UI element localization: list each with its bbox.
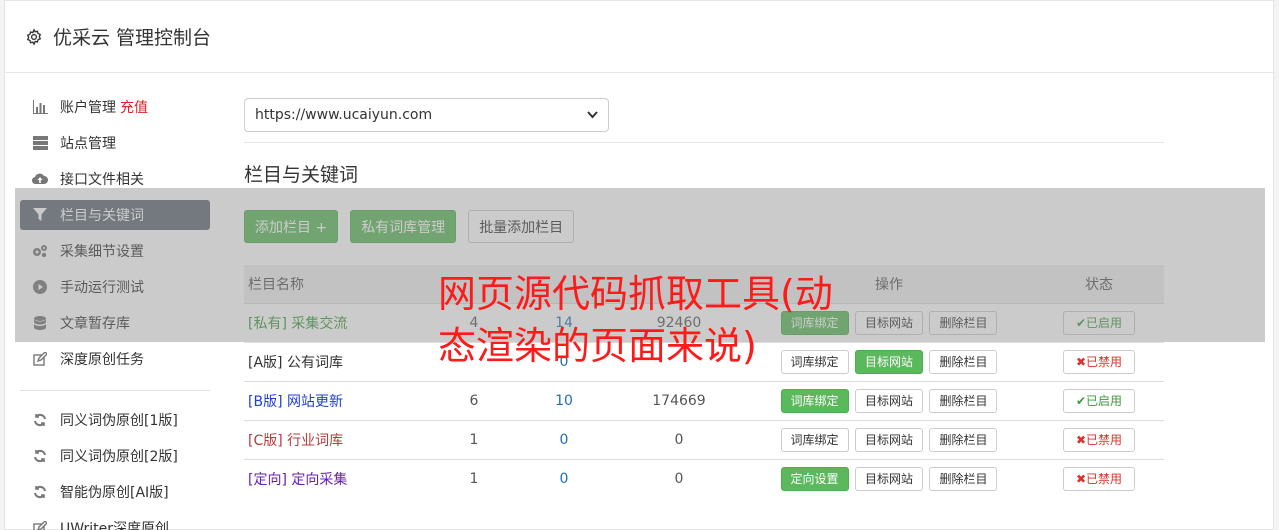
bar-chart-icon — [32, 99, 48, 115]
table-row: [C版] 行业词库 1 0 0 词库绑定 目标网站 删除栏目 ✖已禁用 — [244, 419, 1164, 459]
sidebar-item-label: 同义词伪原创[1版] — [60, 413, 178, 429]
edit-icon — [32, 351, 48, 367]
cell-b[interactable]: 0 — [514, 458, 614, 498]
cloud-upload-icon — [32, 171, 48, 187]
column-name[interactable]: [C版] 行业词库 — [244, 419, 434, 459]
cell-c: 174669 — [614, 380, 744, 420]
gear-icon — [26, 27, 42, 46]
status-badge[interactable]: ✖已禁用 — [1063, 427, 1135, 452]
delete-column-button[interactable]: 删除栏目 — [929, 349, 998, 374]
sidebar-item-synonym-v2[interactable]: 同义词伪原创[2版] — [20, 441, 210, 471]
sidebar-item-label: 接口文件相关 — [60, 172, 144, 188]
sidebar-item-label: 同义词伪原创[2版] — [60, 449, 178, 465]
cell-b[interactable]: 0 — [514, 419, 614, 459]
status-badge[interactable]: ✖已禁用 — [1063, 349, 1135, 374]
refresh-icon — [32, 484, 48, 500]
column-name[interactable]: [B版] 网站更新 — [244, 380, 434, 420]
status-cell: ✖已禁用 — [1034, 458, 1164, 498]
header: 优采云 管理控制台 — [5, 1, 1273, 73]
server-icon — [32, 135, 48, 151]
cell-c: 0 — [614, 458, 744, 498]
edit-icon — [32, 520, 48, 530]
section-title: 栏目与关键词 — [244, 164, 359, 186]
ops-cell: 定向设置 目标网站 删除栏目 — [744, 458, 1034, 498]
status-cell: ✖已禁用 — [1034, 341, 1164, 381]
chevron-down-icon — [587, 111, 598, 119]
refresh-icon — [32, 412, 48, 428]
site-select[interactable]: https://www.ucaiyun.com — [244, 98, 609, 132]
sidebar-item-label: 深度原创任务 — [60, 352, 144, 368]
ops-cell: 词库绑定 目标网站 删除栏目 — [744, 419, 1034, 459]
status-badge[interactable]: ✖已禁用 — [1063, 466, 1135, 491]
divider — [244, 142, 1164, 143]
table-row: [定向] 定向采集 1 0 0 定向设置 目标网站 删除栏目 ✖已禁用 — [244, 458, 1164, 498]
sidebar-item-label: 账户管理 — [60, 100, 116, 116]
page-title: 优采云 管理控制台 — [53, 27, 212, 49]
delete-column-button[interactable]: 删除栏目 — [929, 388, 998, 413]
column-name[interactable]: [A版] 公有词库 — [244, 341, 434, 381]
table-row: [B版] 网站更新 6 10 174669 词库绑定 目标网站 删除栏目 ✔已启… — [244, 380, 1164, 420]
bind-lib-button[interactable]: 词库绑定 — [780, 427, 849, 452]
sidebar-item-label: 站点管理 — [60, 136, 116, 152]
delete-column-button[interactable]: 删除栏目 — [929, 466, 998, 491]
sidebar-item-account[interactable]: 账户管理 充值 — [20, 92, 210, 122]
column-name[interactable]: [定向] 定向采集 — [244, 458, 434, 498]
target-site-button[interactable]: 目标网站 — [854, 466, 923, 491]
cell-a: 6 — [434, 380, 514, 420]
bind-lib-button[interactable]: 词库绑定 — [780, 388, 849, 413]
sidebar-item-deep-original[interactable]: 深度原创任务 — [20, 344, 210, 374]
refresh-icon — [32, 448, 48, 464]
target-site-button[interactable]: 目标网站 — [854, 388, 923, 413]
sidebar-item-sites[interactable]: 站点管理 — [20, 128, 210, 158]
sidebar-item-uwriter[interactable]: UWriter深度原创 — [20, 513, 210, 530]
sidebar-item-ai-rewrite[interactable]: 智能伪原创[AI版] — [20, 477, 210, 507]
delete-column-button[interactable]: 删除栏目 — [929, 427, 998, 452]
site-select-value: https://www.ucaiyun.com — [255, 107, 433, 123]
target-site-button[interactable]: 目标网站 — [854, 427, 923, 452]
sidebar-item-label: UWriter深度原创 — [60, 521, 169, 530]
recharge-link[interactable]: 充值 — [120, 97, 148, 117]
status-badge[interactable]: ✔已启用 — [1063, 388, 1135, 413]
watermark-text: 网页源代码抓取工具(动态渲染的页面来说) — [438, 272, 833, 368]
ops-cell: 词库绑定 目标网站 删除栏目 — [744, 380, 1034, 420]
status-cell: ✔已启用 — [1034, 380, 1164, 420]
status-cell: ✖已禁用 — [1034, 419, 1164, 459]
directed-settings-button[interactable]: 定向设置 — [780, 466, 849, 491]
cell-b[interactable]: 10 — [514, 380, 614, 420]
cell-a: 1 — [434, 458, 514, 498]
cell-c: 0 — [614, 419, 744, 459]
sidebar-divider — [20, 390, 210, 391]
cell-a: 1 — [434, 419, 514, 459]
sidebar-item-synonym-v1[interactable]: 同义词伪原创[1版] — [20, 405, 210, 435]
sidebar-item-label: 智能伪原创[AI版] — [60, 485, 169, 501]
